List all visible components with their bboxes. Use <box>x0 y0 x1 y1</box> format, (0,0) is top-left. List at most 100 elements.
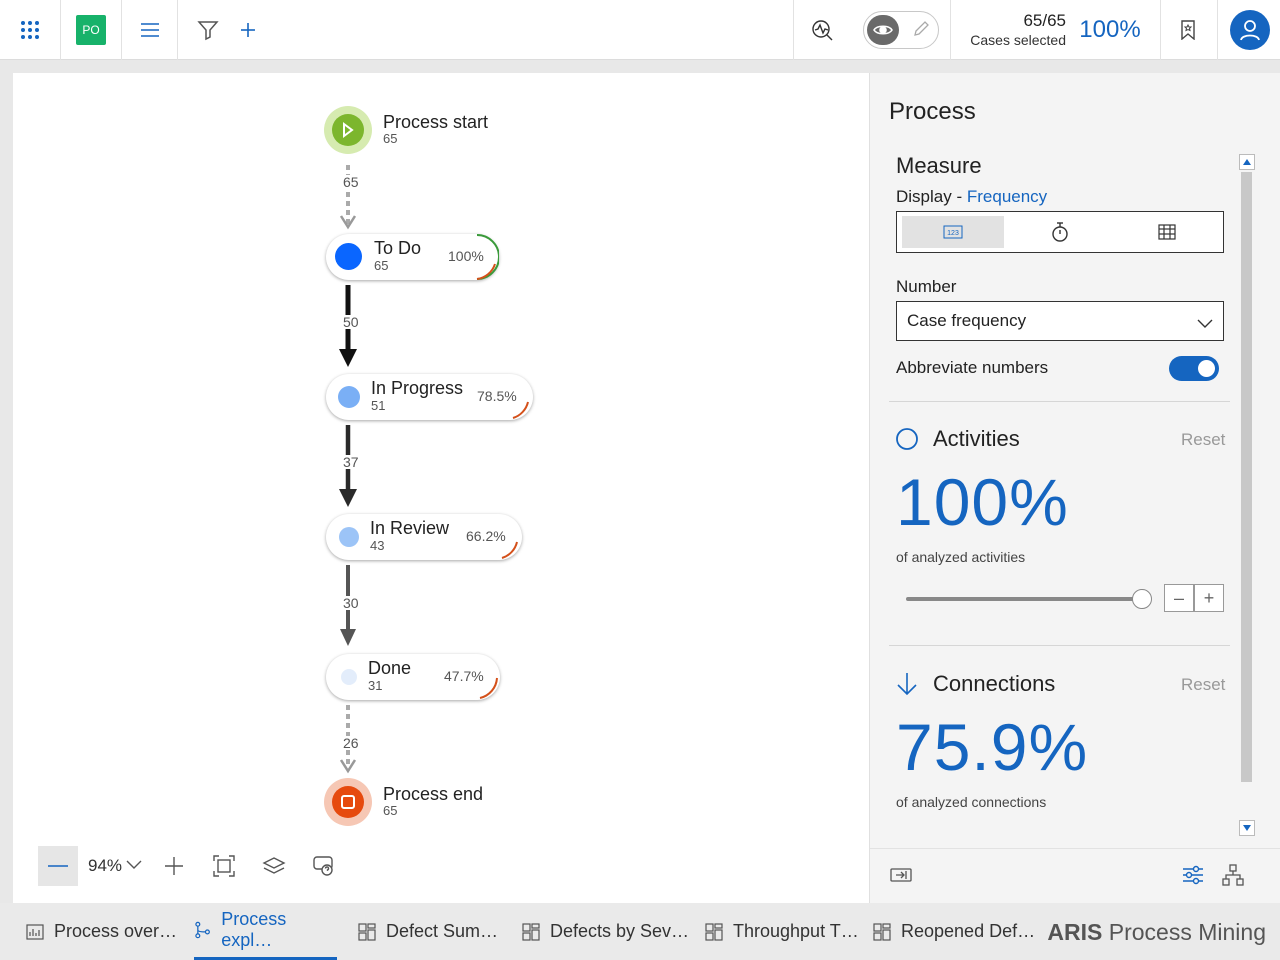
tab-defect-summary[interactable]: Defect Sum… <box>358 903 498 960</box>
display-value: Frequency <box>966 187 1048 206</box>
activities-percent: 100% <box>896 465 1069 539</box>
activities-increment-button[interactable]: + <box>1194 584 1224 612</box>
edge-label-done-end: 26 <box>342 735 360 751</box>
table-icon <box>1158 224 1176 240</box>
process-settings-panel: Process Measure Display - Frequency 123 … <box>869 73 1280 903</box>
process-graph-connections <box>324 106 372 826</box>
stopwatch-icon <box>1052 222 1068 242</box>
activity-name: In Review <box>370 518 450 538</box>
activities-reset-button[interactable]: Reset <box>1181 430 1225 450</box>
menu-icon[interactable] <box>122 0 177 60</box>
activity-dot <box>338 386 360 408</box>
table-mode-button[interactable] <box>1116 216 1218 248</box>
activity-node-done[interactable]: Done 31 47.7% <box>326 654 500 700</box>
panel-scrollbar[interactable] <box>1241 172 1252 782</box>
filter-icon[interactable] <box>190 0 226 60</box>
process-start-icon[interactable] <box>332 114 364 146</box>
edge-label-start-todo: 65 <box>342 174 360 190</box>
edge-label-inreview-done: 30 <box>342 595 360 611</box>
scroll-down-button[interactable] <box>1239 820 1255 836</box>
sheet-tabs: Process over… Process expl… Defect Sum… … <box>0 903 1280 960</box>
legend-help-icon[interactable] <box>304 846 344 886</box>
process-canvas[interactable]: 65 50 37 30 26 Process start 65 To Do 65… <box>13 73 869 903</box>
number-select-value: Case frequency <box>907 311 1027 330</box>
display-mode-selector: 123 <box>896 211 1224 253</box>
measure-title: Measure <box>896 153 982 178</box>
activities-subtitle: of analyzed activities <box>896 549 1026 565</box>
zoom-in-button[interactable] <box>154 846 194 886</box>
fit-to-screen-icon[interactable] <box>204 846 244 886</box>
cases-percent: 100% <box>1074 0 1146 60</box>
app-launcher-icon[interactable] <box>0 0 60 60</box>
process-end-icon[interactable] <box>332 786 364 818</box>
activities-slider-thumb[interactable] <box>1132 589 1152 609</box>
panel-footer <box>870 848 1280 903</box>
frequency-mode-button[interactable]: 123 <box>902 216 1004 248</box>
activities-slider[interactable] <box>906 589 1152 609</box>
number-select[interactable]: Case frequency <box>896 301 1224 341</box>
connections-subtitle: of analyzed connections <box>896 794 1047 810</box>
process-end-count: 65 <box>383 803 398 818</box>
activity-node-todo[interactable]: To Do 65 100% <box>326 234 499 280</box>
tab-throughput-time[interactable]: Throughput T… <box>705 903 859 960</box>
add-filter-icon[interactable] <box>232 0 264 60</box>
activity-dot <box>335 243 362 270</box>
chevron-down-icon[interactable] <box>126 857 142 875</box>
edge-label-inprogress-inreview: 37 <box>342 454 360 470</box>
connections-title: Connections <box>933 671 1056 696</box>
dashboard-icon <box>522 922 540 941</box>
project-badge-label: PO <box>76 15 106 45</box>
zoom-level[interactable]: 94% <box>78 856 126 876</box>
dashboard-icon <box>358 922 376 941</box>
brand-bold: ARIS <box>1047 919 1103 945</box>
process-flow-icon <box>195 921 210 939</box>
activities-decrement-button[interactable]: – <box>1164 584 1194 612</box>
activity-ring-indicator <box>512 401 529 419</box>
tab-process-explorer[interactable]: Process expl… <box>194 903 337 960</box>
display-label: Display - Frequency <box>896 187 1047 207</box>
numbers-icon: 123 <box>943 225 963 239</box>
aris-logo: ARIS Process Mining <box>1047 919 1266 946</box>
settings-sliders-icon[interactable] <box>1182 865 1204 890</box>
edge-label-todo-inprogress: 50 <box>342 314 360 330</box>
eye-icon[interactable] <box>867 15 899 45</box>
scroll-up-button[interactable] <box>1239 154 1255 170</box>
process-end-label: Process end <box>383 784 484 804</box>
activity-count: 51 <box>371 398 386 413</box>
collapse-panel-icon[interactable] <box>890 867 912 888</box>
activity-ring-indicator <box>501 541 518 559</box>
cases-label: Cases selected <box>970 31 1066 48</box>
layers-icon[interactable] <box>254 846 294 886</box>
tab-label: Throughput T… <box>733 921 859 941</box>
abbreviate-toggle[interactable] <box>1169 356 1219 381</box>
tab-process-overview[interactable]: Process over… <box>26 903 177 960</box>
cases-selected[interactable]: 65/65 Cases selected <box>960 0 1066 60</box>
chart-icon <box>26 923 44 940</box>
process-analysis-icon[interactable] <box>800 0 844 60</box>
zoom-toolbar: 94% <box>38 846 344 886</box>
tab-label: Defect Sum… <box>386 921 499 941</box>
abbreviate-label: Abbreviate numbers <box>896 358 1049 377</box>
zoom-out-button[interactable] <box>38 846 78 886</box>
tab-reopened-defects[interactable]: Reopened Def… <box>873 903 1035 960</box>
bookmark-icon[interactable] <box>1166 0 1210 60</box>
activity-node-in-review[interactable]: In Review 43 66.2% <box>326 514 522 560</box>
project-badge[interactable]: PO <box>61 0 121 60</box>
dashboard-icon <box>873 922 891 941</box>
activity-node-in-progress[interactable]: In Progress 51 78.5% <box>326 374 533 420</box>
user-icon[interactable] <box>1230 10 1270 50</box>
arrow-down-icon <box>897 673 917 696</box>
duration-mode-button[interactable] <box>1009 216 1111 248</box>
user-avatar[interactable] <box>1229 0 1271 60</box>
connections-reset-button[interactable]: Reset <box>1181 675 1225 695</box>
view-edit-toggle[interactable] <box>862 0 940 60</box>
activity-ring-indicator <box>476 234 499 280</box>
activity-ring-indicator <box>479 677 498 699</box>
svg-text:123: 123 <box>947 230 959 237</box>
cases-percent-value: 100% <box>1079 16 1141 43</box>
hierarchy-icon[interactable] <box>1222 864 1244 891</box>
tab-defects-by-severity[interactable]: Defects by Sev… <box>522 903 689 960</box>
pencil-icon[interactable] <box>912 20 930 43</box>
tab-label: Process expl… <box>221 909 287 950</box>
process-start-count: 65 <box>383 131 398 146</box>
